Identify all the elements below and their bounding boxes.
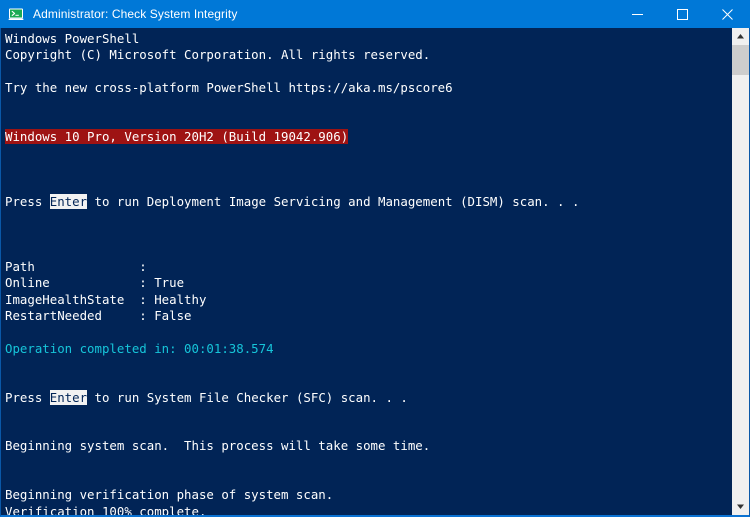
console-line: ImageHealthState : Healthy [3,292,731,308]
console-area: Windows PowerShell Copyright (C) Microsof… [0,28,750,517]
scroll-down-arrow-icon[interactable] [732,498,749,515]
vertical-scrollbar[interactable] [731,28,749,515]
console-line: Press Enter to run Deployment Image Serv… [3,193,731,210]
scroll-up-arrow-icon[interactable] [732,28,749,45]
console-line: Operation completed in: 00:01:38.574 [3,341,731,357]
console-line: Windows 10 Pro, Version 20H2 (Build 1904… [3,128,731,145]
maximize-button[interactable] [660,0,705,28]
console-text: Operation completed in: 00:01:38.574 [5,340,274,356]
console-line: Beginning verification phase of system s… [3,487,731,503]
minimize-button[interactable] [615,0,660,28]
console-text: Press [5,193,50,209]
console-text: Beginning system scan. This process will… [5,438,431,454]
scrollbar-track[interactable] [732,45,749,498]
enter-key-highlight: Enter [49,193,88,209]
powershell-window: Administrator: Check System Integrity Wi… [0,0,750,517]
console-text: Beginning verification phase of system s… [5,487,334,503]
console-line: Beginning system scan. This process will… [3,438,731,454]
console-text: Online : True [5,275,185,291]
console-text: to run Deployment Image Servicing and Ma… [87,193,580,209]
console-line: Windows PowerShell [3,31,731,47]
console-output[interactable]: Windows PowerShell Copyright (C) Microsof… [1,28,731,515]
window-controls [615,0,750,28]
console-line: RestartNeeded : False [3,308,731,324]
console-line: Path : [3,259,731,275]
console-text: ImageHealthState : Healthy [5,291,207,307]
close-button[interactable] [705,0,750,28]
console-text: Try the new cross-platform PowerShell ht… [5,79,453,95]
console-line: Press Enter to run System File Checker (… [3,389,731,406]
window-title: Administrator: Check System Integrity [33,7,238,21]
console-text: Verification 100% complete. [5,503,207,515]
console-text: Path : [5,259,147,275]
console-text: to run System File Checker (SFC) scan. .… [87,389,408,405]
console-text: RestartNeeded : False [5,308,192,324]
console-text: Copyright (C) Microsoft Corporation. All… [5,47,431,63]
os-version-banner: Windows 10 Pro, Version 20H2 (Build 1904… [5,128,349,144]
enter-key-highlight: Enter [49,389,88,405]
scrollbar-thumb[interactable] [732,45,749,75]
console-line: Try the new cross-platform PowerShell ht… [3,80,731,96]
console-text: Press [5,389,50,405]
console-line: Verification 100% complete. [3,504,731,515]
powershell-console-icon [8,6,24,22]
console-line: Copyright (C) Microsoft Corporation. All… [3,47,731,63]
title-bar[interactable]: Administrator: Check System Integrity [0,0,750,28]
console-text: Windows PowerShell [5,31,140,46]
console-line: Online : True [3,275,731,291]
